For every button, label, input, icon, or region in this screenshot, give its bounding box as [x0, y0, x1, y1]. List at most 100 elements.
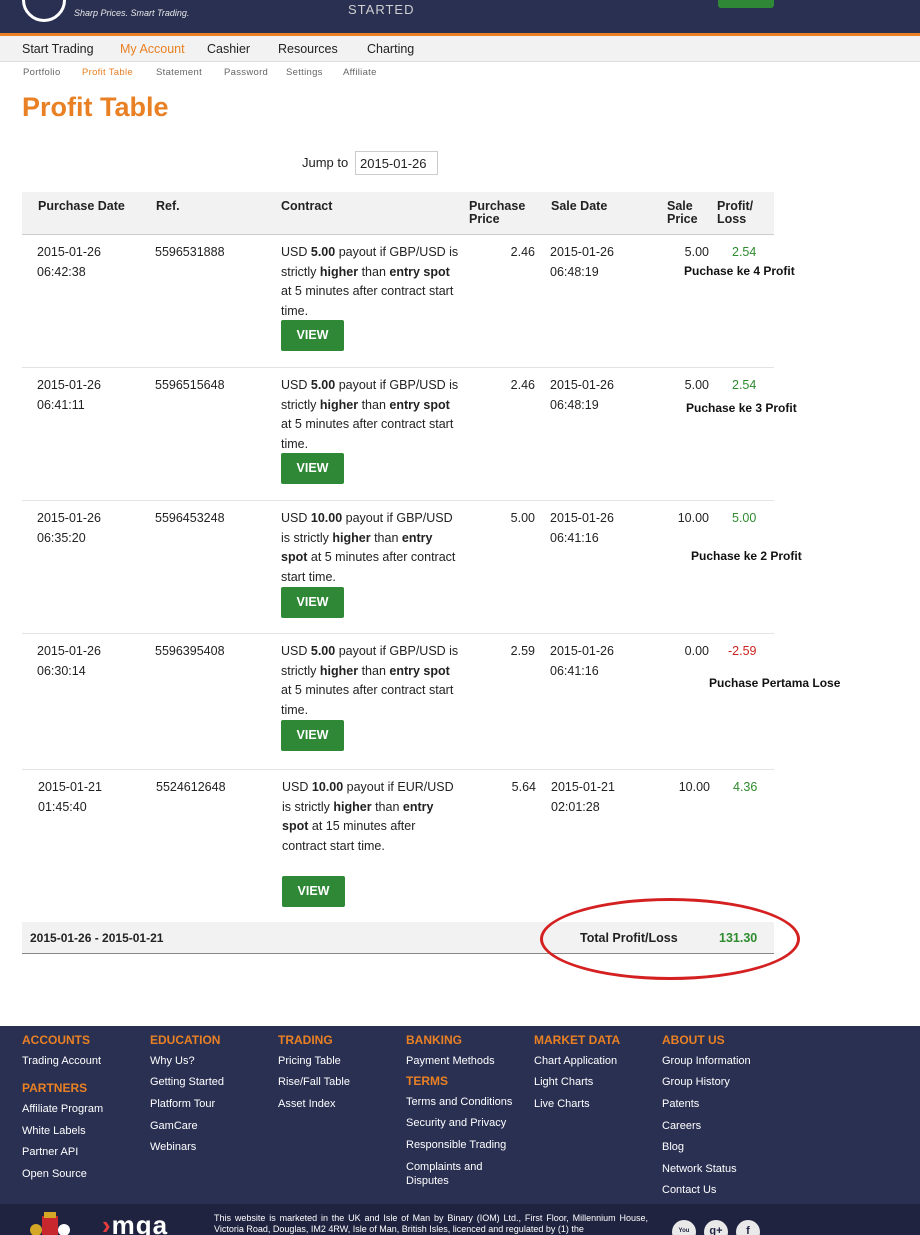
header-sale-price-line1: Sale [667, 199, 693, 213]
footer-link[interactable]: Affiliate Program [22, 1102, 103, 1116]
header-sale-date[interactable]: Sale Date [551, 200, 607, 213]
purchase-date: 2015-01-26 06:30:14 [37, 642, 101, 681]
nav-charting[interactable]: Charting [367, 42, 414, 56]
subnav-settings[interactable]: Settings [286, 67, 323, 78]
footer-link[interactable]: Trading Account [22, 1054, 101, 1068]
footer-link[interactable]: Pricing Table [278, 1054, 341, 1068]
footer-link[interactable]: Partner API [22, 1145, 78, 1159]
subnav-password[interactable]: Password [224, 67, 268, 78]
footer-link[interactable]: Asset Index [278, 1097, 335, 1111]
profit-loss: 2.54 [732, 378, 757, 392]
contract-description: USD 10.00 payout if EUR/USD is strictly … [282, 780, 454, 853]
purchase-price: 5.00 [510, 511, 535, 525]
footer-link[interactable]: Webinars [150, 1140, 196, 1154]
footer-link[interactable]: Open Source [22, 1167, 87, 1181]
table-row: 2015-01-26 06:41:11 5596515648 USD 5.00 p… [22, 368, 797, 501]
footer-heading-market-data: MARKET DATA [534, 1033, 621, 1047]
youtube-icon[interactable]: You Tube [672, 1220, 696, 1235]
sale-price: 0.00 [684, 644, 709, 658]
header-profit-loss[interactable]: Profit/Loss [717, 200, 753, 226]
footer-link[interactable]: GamCare [150, 1119, 198, 1133]
purchase-date-day: 2015-01-26 [37, 245, 101, 259]
footer-link[interactable]: Responsible Trading [406, 1138, 506, 1152]
footer-link[interactable]: Careers [662, 1119, 701, 1133]
contract-description: USD 5.00 payout if GBP/USD is strictly h… [281, 245, 459, 318]
main-nav: Start Trading My Account Cashier Resourc… [0, 36, 920, 62]
nav-cashier[interactable]: Cashier [207, 42, 250, 56]
crest-icon [30, 1212, 70, 1235]
nav-my-account[interactable]: My Account [120, 42, 185, 56]
purchase-price: 2.46 [510, 378, 535, 392]
logo-icon[interactable] [22, 0, 66, 22]
header-purchase-price[interactable]: Purchase Price [469, 200, 525, 226]
jump-to-date-input[interactable] [355, 151, 438, 175]
ref-number: 5596395408 [155, 644, 225, 658]
header-contract[interactable]: Contract [281, 200, 332, 213]
purchase-date-time: 06:42:38 [37, 264, 86, 279]
footer-link[interactable]: Rise/Fall Table [278, 1075, 350, 1089]
footer-link[interactable]: Blog [662, 1140, 684, 1154]
header-purchase-date[interactable]: Purchase Date [38, 200, 125, 213]
header-purchase-price-line1: Purchase [469, 199, 526, 213]
footer-link[interactable]: Light Charts [534, 1075, 593, 1089]
footer-heading-terms: TERMS [406, 1074, 448, 1088]
footer-link[interactable]: Payment Methods [406, 1054, 495, 1068]
footer-link[interactable]: Complaints and Disputes [406, 1160, 506, 1188]
mga-logo: ›mga [102, 1210, 168, 1235]
footer-link[interactable]: Platform Tour [150, 1097, 215, 1111]
subnav-affiliate[interactable]: Affiliate [343, 67, 377, 78]
contract-description: USD 5.00 payout if GBP/USD is strictly h… [281, 378, 459, 451]
purchase-date-day: 2015-01-26 [37, 378, 101, 392]
contract-description: USD 5.00 payout if GBP/USD is strictly h… [281, 644, 459, 717]
sale-date-time: 06:48:19 [550, 264, 599, 279]
sale-date-day: 2015-01-26 [550, 511, 614, 525]
footer-link[interactable]: Group History [662, 1075, 730, 1089]
sale-date-day: 2015-01-21 [551, 780, 615, 794]
footer-link[interactable]: Group Information [662, 1054, 751, 1068]
google-plus-icon[interactable]: g+ [704, 1220, 728, 1235]
view-contract-button[interactable]: VIEW [281, 587, 344, 618]
nav-resources[interactable]: Resources [278, 42, 338, 56]
footer-link[interactable]: Contact Us [662, 1183, 716, 1197]
header-ref[interactable]: Ref. [156, 200, 180, 213]
site-footer: ACCOUNTS Trading Account PARTNERS Affili… [0, 1026, 920, 1204]
annotation-note: Puchase ke 4 Profit [684, 264, 795, 278]
sale-date-time: 02:01:28 [551, 799, 600, 814]
header-profit-loss-line1: Profit/ [717, 199, 754, 213]
purchase-date-time: 06:41:11 [37, 397, 85, 412]
footer-link[interactable]: Network Status [662, 1162, 737, 1176]
footer-link[interactable]: Chart Application [534, 1054, 617, 1068]
subnav-profit-table[interactable]: Profit Table [82, 67, 133, 78]
subnav-portfolio[interactable]: Portfolio [23, 67, 61, 78]
nav-start-trading[interactable]: Start Trading [22, 42, 94, 56]
header-sale-price[interactable]: Sale Price [667, 200, 698, 226]
top-header: Sharp Prices. Smart Trading. STARTED [0, 0, 920, 33]
view-contract-button[interactable]: VIEW [281, 720, 344, 751]
footer-link[interactable]: White Labels [22, 1124, 86, 1138]
purchase-date: 2015-01-26 06:35:20 [37, 509, 101, 548]
get-started-label[interactable]: STARTED [348, 2, 414, 17]
footer-link[interactable]: Why Us? [150, 1054, 195, 1068]
sale-date: 2015-01-26 06:41:16 [550, 509, 614, 548]
purchase-date-time: 01:45:40 [38, 799, 87, 814]
legal-text: This website is marketed in the UK and I… [214, 1213, 648, 1234]
open-account-button[interactable] [718, 0, 774, 8]
sale-date-day: 2015-01-26 [550, 378, 614, 392]
view-contract-button[interactable]: VIEW [282, 876, 345, 907]
view-contract-button[interactable]: VIEW [281, 320, 344, 351]
footer-link[interactable]: Terms and Conditions [406, 1095, 512, 1109]
facebook-icon[interactable]: f [736, 1220, 760, 1235]
view-contract-button[interactable]: VIEW [281, 453, 344, 484]
subnav-statement[interactable]: Statement [156, 67, 202, 78]
footer-link[interactable]: Patents [662, 1097, 699, 1111]
footer-link[interactable]: Getting Started [150, 1075, 224, 1089]
sale-date-time: 06:41:16 [550, 530, 599, 545]
annotation-note: Puchase ke 3 Profit [686, 401, 797, 415]
footer-link[interactable]: Security and Privacy [406, 1116, 506, 1130]
footer-link[interactable]: Live Charts [534, 1097, 590, 1111]
ref-number: 5596453248 [155, 511, 225, 525]
sale-date-day: 2015-01-26 [550, 644, 614, 658]
ref-number: 5524612648 [156, 780, 226, 794]
footer-heading-accounts: ACCOUNTS [22, 1033, 90, 1047]
sale-price: 5.00 [684, 378, 709, 392]
